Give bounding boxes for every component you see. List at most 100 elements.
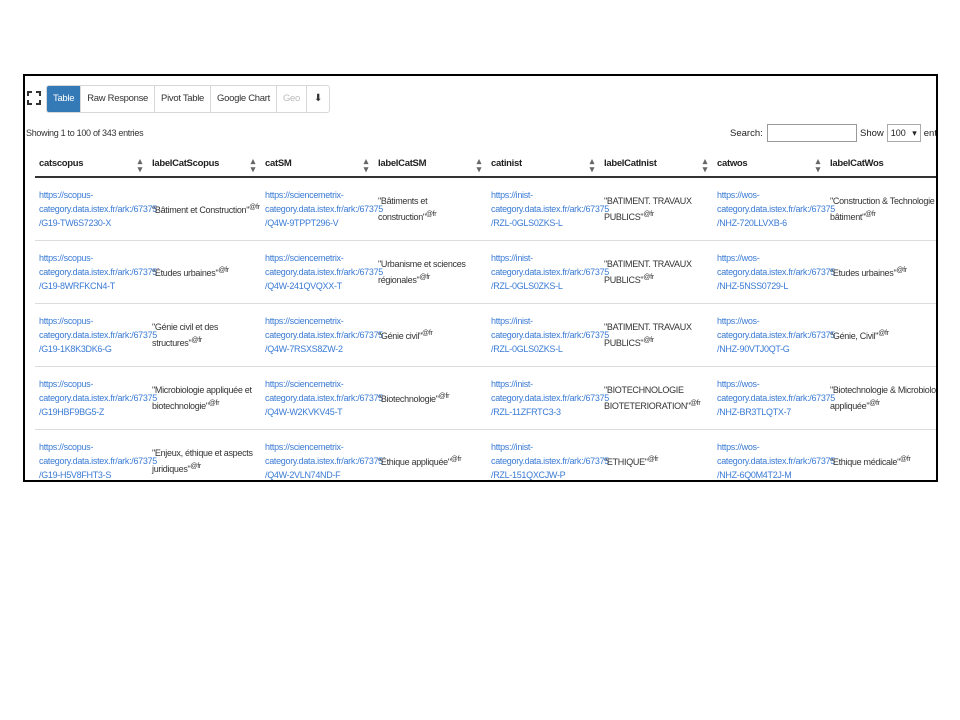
column-header-catinist[interactable]: catinist ▴ ▾ [487, 150, 600, 178]
cell-label-labelCatSM: "Biotechnologie"@fr [374, 366, 487, 430]
sort-icon[interactable]: ▴ ▾ [816, 157, 821, 174]
cell-label-labelCatSM: "Bâtiments et construction"@fr [374, 176, 487, 241]
language-tag: @fr [643, 274, 654, 281]
cell-label-labelCatWos: "Génie, Civil"@fr [826, 303, 936, 367]
entries-info: Showing 1 to 100 of 343 entries [26, 128, 144, 138]
cell-label-labelCatSM: "Éthique appliquée"@fr [374, 429, 487, 480]
link-text: category.data.istex.fr/ark:/67375 [491, 393, 610, 403]
results-panel: Table Raw Response Pivot Table Google Ch… [23, 74, 938, 482]
column-header-catscopus[interactable]: catscopus ▴ ▾ [35, 150, 148, 178]
cell-label-labelCatScopus: "Enjeux, éthique et aspects juridiques"@… [148, 429, 261, 480]
cell-label-labelCatScopus: "Microbiologie appliquée et biotechnolog… [148, 366, 261, 430]
column-header-catSM[interactable]: catSM ▴ ▾ [261, 150, 374, 178]
label-text: "Enjeux, éthique et aspects juridiques" [152, 448, 253, 474]
view-tabs: Table Raw Response Pivot Table Google Ch… [46, 85, 331, 113]
sort-icon[interactable]: ▴ ▾ [138, 157, 143, 174]
cell-link-catSM[interactable]: https://sciencemetrix-category.data.iste… [261, 240, 383, 304]
language-tag: @fr [878, 330, 889, 337]
link-text: category.data.istex.fr/ark:/67375 [39, 204, 158, 214]
column-header-labelCatWos[interactable]: labelCatWos▴▾ [826, 150, 936, 178]
table-row: https://scopus-category.data.istex.fr/ar… [35, 176, 938, 241]
search-input[interactable] [766, 124, 857, 142]
language-tag: @fr [425, 211, 437, 218]
language-tag: @fr [438, 393, 450, 400]
sort-icon[interactable]: ▴ ▾ [590, 157, 595, 174]
cell-link-catwos[interactable]: https://wos-category.data.istex.fr/ark:/… [713, 176, 835, 241]
cell-label-labelCatSM: "Urbanisme et sciences régionales"@fr [374, 240, 487, 304]
entries-label: entri [923, 127, 937, 139]
link-text: https://inist- [491, 442, 533, 452]
cell-link-catwos[interactable]: https://wos-category.data.istex.fr/ark:/… [713, 303, 835, 367]
cell-label-labelCatScopus: "Études urbaines"@fr [148, 240, 261, 304]
cell-label-labelCatSM: "Génie civil"@fr [374, 303, 487, 367]
cell-link-catSM[interactable]: https://sciencemetrix-category.data.iste… [261, 176, 383, 241]
link-text: /RZL-0GLS0ZKS-L [491, 218, 563, 228]
page-length: Show 100 ▾ entri [860, 124, 937, 142]
link-text: https://sciencemetrix- [265, 253, 344, 263]
link-text: https://inist- [491, 379, 533, 389]
cell-link-catwos[interactable]: https://wos-category.data.istex.fr/ark:/… [713, 366, 835, 430]
tab-raw-response[interactable]: Raw Response [81, 86, 156, 112]
label-text: "Microbiologie appliquée et biotechnolog… [152, 385, 252, 411]
column-header-label: catscopus [39, 157, 84, 169]
cell-link-catscopus[interactable]: https://scopus-category.data.istex.fr/ar… [35, 176, 158, 241]
link-text: https://scopus- [39, 442, 94, 452]
cell-label-labelCatScopus: "Bâtiment et Construction"@fr [148, 176, 261, 241]
label-text: "Urbanisme et sciences régionales" [378, 259, 466, 285]
cell-link-catscopus[interactable]: https://scopus-category.data.istex.fr/ar… [35, 429, 157, 480]
cell-link-catinist[interactable]: https://inist-category.data.istex.fr/ark… [487, 303, 609, 367]
cell-link-catwos[interactable]: https://wos-category.data.istex.fr/ark:/… [713, 240, 835, 304]
link-text: https://wos- [717, 316, 760, 326]
cell-link-catscopus[interactable]: https://scopus-category.data.istex.fr/ar… [35, 303, 157, 367]
cell-label-labelCatWos: "Ethique médicale"@fr [826, 429, 936, 480]
sort-icon[interactable]: ▴ ▾ [477, 157, 482, 174]
column-header-labelCatScopus[interactable]: labelCatScopus ▴ ▾ [148, 150, 261, 178]
tab-pivot-table[interactable]: Pivot Table [155, 86, 212, 112]
link-text: https://sciencemetrix- [265, 316, 344, 326]
cell-link-catinist[interactable]: https://inist-category.data.istex.fr/ark… [487, 366, 610, 430]
label-text: "Génie, Civil" [830, 331, 879, 341]
sort-icon[interactable]: ▴ ▾ [251, 157, 256, 174]
link-text: /NHZ-720LLVXB-6 [717, 218, 787, 228]
cell-link-catSM[interactable]: https://sciencemetrix-category.data.iste… [261, 429, 383, 480]
cell-link-catscopus[interactable]: https://scopus-category.data.istex.fr/ar… [35, 240, 157, 304]
link-text: /G19-H5V8FHT3-S [39, 470, 112, 480]
tab-google-chart[interactable]: Google Chart [211, 86, 277, 112]
column-header-catwos[interactable]: catwos ▴ ▾ [713, 150, 826, 178]
link-text: https://inist- [491, 253, 533, 263]
search-label: Search: [730, 127, 763, 139]
cell-link-catSM[interactable]: https://sciencemetrix-category.data.iste… [261, 366, 383, 430]
cell-link-catscopus[interactable]: https://scopus-category.data.istex.fr/ar… [35, 366, 157, 430]
cell-link-catinist[interactable]: https://inist-category.data.istex.fr/ark… [487, 176, 609, 241]
fullscreen-icon[interactable] [27, 91, 43, 107]
cell-link-catwos[interactable]: https://wos-category.data.istex.fr/ark:/… [713, 429, 835, 480]
cell-label-labelCatScopus: "Génie civil et des structures"@fr [148, 303, 261, 367]
sort-icon[interactable]: ▴ ▾ [703, 157, 708, 174]
sort-icon[interactable]: ▴ ▾ [364, 157, 369, 174]
cell-link-catSM[interactable]: https://sciencemetrix-category.data.iste… [261, 303, 383, 367]
label-text: "Études urbaines" [152, 268, 219, 278]
cell-link-catinist[interactable]: https://inist-category.data.istex.fr/ark… [487, 429, 609, 480]
table-row: https://scopus-category.data.istex.fr/ar… [35, 303, 936, 367]
page-length-select[interactable]: 100 ▾ [886, 124, 921, 142]
label-text: "Construction & Technologie du bâtiment" [830, 196, 938, 222]
show-label: Show [860, 127, 884, 139]
link-text: /G19-TW6S7230-X [39, 218, 112, 228]
label-text: "Éthique appliquée" [378, 457, 451, 467]
link-text: /NHZ-90VTJ0QT-G [717, 344, 790, 354]
column-header-label: labelCatScopus [152, 157, 220, 169]
language-tag: @fr [647, 456, 659, 463]
link-text: /G19-1K8K3DK6-G [39, 344, 112, 354]
download-icon[interactable]: ⬇ [307, 86, 329, 112]
cell-link-catinist[interactable]: https://inist-category.data.istex.fr/ark… [487, 240, 609, 304]
language-tag: @fr [422, 330, 433, 337]
column-header-labelCatInist[interactable]: labelCatInist ▴ ▾ [600, 150, 713, 178]
language-tag: @fr [900, 456, 911, 463]
toolbar: Table Raw Response Pivot Table Google Ch… [25, 85, 331, 113]
table-row: https://scopus-category.data.istex.fr/ar… [35, 366, 936, 430]
link-text: /RZL-0GLS0ZKS-L [491, 344, 563, 354]
tab-table[interactable]: Table [47, 86, 82, 112]
label-text: "BIOTECHNOLOGIE BIOTETERIORATION" [604, 385, 690, 411]
cell-label-labelCatWos: "Construction & Technologie du bâtiment"… [826, 176, 938, 241]
column-header-labelCatSM[interactable]: labelCatSM ▴ ▾ [374, 150, 487, 178]
